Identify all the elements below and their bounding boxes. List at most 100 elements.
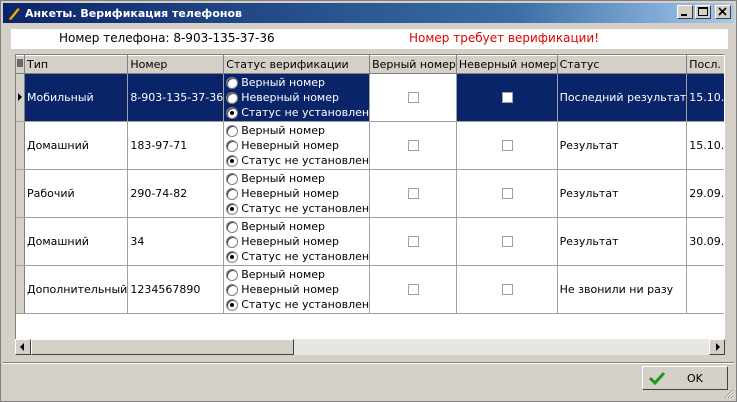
arrow-right-icon [716,343,720,351]
radio-button[interactable] [226,172,239,185]
column-header-wrong[interactable]: Неверный номер [456,55,558,74]
scrollbar-thumb[interactable] [31,339,294,355]
cell-status[interactable]: Последний результат [557,73,688,122]
verification-radio[interactable]: Статус не установлен [226,105,369,120]
verification-radio[interactable]: Неверный номер [226,282,368,297]
minimize-button[interactable] [677,5,693,19]
checkbox[interactable] [502,188,514,199]
radio-button[interactable] [226,268,239,281]
verification-radio[interactable]: Статус не установлен [226,297,369,312]
radio-button[interactable] [226,250,239,263]
row-indicator[interactable] [16,121,25,170]
cell-type[interactable]: Мобильный [24,73,129,122]
verification-radio[interactable]: Неверный номер [226,90,368,105]
row-indicator[interactable] [16,73,25,122]
row-indicator[interactable] [16,169,25,218]
ok-label: OK [687,372,703,385]
verification-radio[interactable]: Верный номер [226,123,368,138]
column-header-status[interactable]: Статус [557,55,688,74]
current-row-arrow-icon [18,93,22,101]
column-header-verification[interactable]: Статус верификации [223,55,371,74]
cell-last-call[interactable]: 29.09.2014 11:53:13 [686,169,724,218]
cell-status[interactable]: Не звонили ни разу [557,265,688,314]
cell-last-call[interactable] [686,265,724,314]
checkbox[interactable] [502,140,514,151]
cell-number[interactable]: 290-74-82 [127,169,225,218]
checkbox[interactable] [408,140,420,151]
cell-number[interactable]: 8-903-135-37-36 [127,73,225,122]
checkbox[interactable] [408,284,420,295]
radio-button[interactable] [226,220,239,233]
verification-radio[interactable]: Неверный номер [226,234,368,249]
verification-radio[interactable]: Верный номер [226,219,368,234]
cell-last-call[interactable]: 15.10.2014 12:38:39 [686,121,724,170]
radio-button[interactable] [226,187,239,200]
radio-button[interactable] [226,298,239,311]
radio-label: Верный номер [241,268,326,281]
cell-number[interactable]: 1234567890 [127,265,225,314]
radio-button[interactable] [226,139,239,152]
column-header-number[interactable]: Номер [127,55,225,74]
scroll-left-button[interactable] [15,339,31,355]
ok-button[interactable]: OK [642,366,728,390]
table-row[interactable]: Рабочий 290-74-82 Верный номер Неверный ном… [16,169,724,218]
cell-correct [369,73,457,122]
verification-radio[interactable]: Верный номер [226,75,368,90]
cell-number[interactable]: 34 [127,217,225,266]
table-row[interactable]: Домашний 183-97-71 Верный номер Неверный но… [16,121,724,170]
cell-type[interactable]: Домашний [24,121,129,170]
column-header-correct[interactable]: Верный номер [369,55,457,74]
radio-button[interactable] [226,124,239,137]
verification-radio[interactable]: Неверный номер [226,138,368,153]
radio-button[interactable] [226,106,239,119]
row-indicator[interactable] [16,217,25,266]
cell-type[interactable]: Домашний [24,217,129,266]
scroll-right-button[interactable] [709,339,725,355]
cell-status[interactable]: Результат [557,217,688,266]
radio-button[interactable] [226,154,239,167]
app-icon [8,7,20,21]
title-bar[interactable]: Анкеты. Верификация телефонов [3,3,734,23]
column-header-last-call[interactable]: Посл. звонок [686,55,724,74]
verification-radio[interactable]: Неверный номер [226,186,368,201]
radio-button[interactable] [226,235,239,248]
radio-button[interactable] [226,76,239,89]
table-row[interactable]: Мобильный 8-903-135-37-36 Верный номер Неве… [16,73,724,122]
phones-grid[interactable]: Тип Номер Статус верификации Верный номе… [15,54,725,355]
close-button[interactable] [715,5,731,19]
cell-status[interactable]: Результат [557,121,688,170]
column-header-type[interactable]: Тип [24,55,129,74]
cell-last-call[interactable]: 30.09.2014 14:48:15 [686,217,724,266]
radio-button[interactable] [226,202,239,215]
resize-grip-icon[interactable] [722,387,734,399]
row-indicator-header[interactable] [16,55,25,74]
cell-status[interactable]: Результат [557,169,688,218]
row-indicator[interactable] [16,265,25,314]
radio-label: Статус не установлен [241,250,370,263]
checkbox[interactable] [408,92,420,103]
cell-type[interactable]: Рабочий [24,169,129,218]
phones-table: Тип Номер Статус верификации Верный номе… [16,55,724,314]
horizontal-scrollbar[interactable] [15,339,725,355]
verification-radio[interactable]: Статус не установлен [226,153,369,168]
checkbox[interactable] [408,188,420,199]
checkbox[interactable] [502,284,514,295]
radio-button[interactable] [226,91,239,104]
checkbox[interactable] [408,236,420,247]
columns-menu-icon [17,59,23,67]
cell-wrong [456,73,558,122]
cell-type[interactable]: Дополнительный [24,265,129,314]
cell-number[interactable]: 183-97-71 [127,121,225,170]
radio-button[interactable] [226,283,239,296]
cell-correct [369,265,457,314]
verification-radio[interactable]: Верный номер [226,267,368,282]
checkbox[interactable] [502,92,514,103]
table-row[interactable]: Дополнительный 1234567890 Верный номер Неве… [16,265,724,314]
checkbox[interactable] [502,236,514,247]
verification-radio[interactable]: Статус не установлен [226,201,369,216]
verification-radio[interactable]: Статус не установлен [226,249,369,264]
table-row[interactable]: Домашний 34 Верный номер Неверный номер Стат… [16,217,724,266]
verification-radio[interactable]: Верный номер [226,171,368,186]
cell-last-call[interactable]: 15.10.2014 13:02:42 [686,73,724,122]
maximize-button[interactable] [695,5,711,19]
